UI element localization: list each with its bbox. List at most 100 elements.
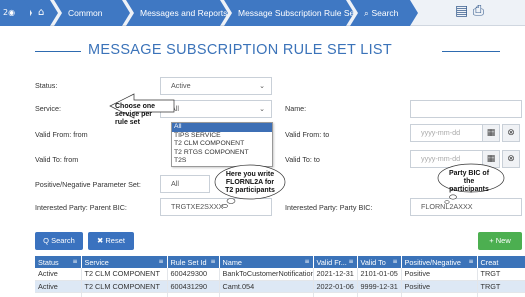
breadcrumb-search[interactable]: ⌕ Search <box>350 0 418 26</box>
pos-neg-label: Positive/Negative Parameter Set: <box>35 180 141 189</box>
service-select[interactable]: All ⌄ <box>160 100 272 118</box>
breadcrumb-message-subscription-rule-sets[interactable]: Message Subscription Rule Sets <box>224 0 354 26</box>
title-rule-right <box>442 51 500 52</box>
breadcrumb-label: Message Subscription Rule Sets <box>238 8 361 18</box>
column-menu-icon[interactable]: ≡ <box>304 258 309 265</box>
app-window: 2◉ ⌂ Common Messages and Reports Message… <box>0 0 525 297</box>
chevron-down-icon: ⌄ <box>259 105 265 113</box>
party-bic-callout: Party BIC of the participants <box>433 162 505 206</box>
breadcrumb-label: Search <box>371 8 399 18</box>
column-menu-icon[interactable]: ≡ <box>210 258 215 265</box>
column-header-label: Service <box>84 257 109 267</box>
column-header-service[interactable]: Service ≡ <box>81 256 168 268</box>
valid-from-from-label: Valid From: from <box>35 130 88 139</box>
column-header-status[interactable]: Status ≡ <box>35 256 82 268</box>
parent-bic-label: Interested Party: Parent BIC: <box>35 203 127 212</box>
page-title: MESSAGE SUBSCRIPTION RULE SET LIST <box>88 42 393 58</box>
reset-button[interactable]: ✖ Reset <box>88 232 134 250</box>
column-header-label: Valid To <box>360 257 386 267</box>
table-cell: Camt.054 <box>219 280 314 293</box>
service-option[interactable]: T2 RTGS COMPONENT <box>172 149 272 158</box>
status-select[interactable]: Active ⌄ <box>160 77 272 95</box>
valid-to-to-label: Valid To: to <box>285 155 320 164</box>
table-cell: 2021-12-31 <box>313 268 358 281</box>
table-cell: 9999-12-31 <box>357 280 402 293</box>
column-header-creator[interactable]: Creat <box>477 256 525 268</box>
column-menu-icon[interactable]: ≡ <box>468 258 473 265</box>
service-label: Service: <box>35 104 61 113</box>
pos-neg-select[interactable]: All <box>160 175 210 193</box>
column-header-label: Valid Fr... <box>316 257 347 267</box>
table-cell <box>401 292 478 297</box>
table-cell: Active <box>35 268 82 281</box>
name-input[interactable] <box>410 100 522 118</box>
party-bic-label: Interested Party: Party BIC: <box>285 203 373 212</box>
table-row[interactable]: Active T2 CLM COMPONENT 600431290 Camt.0… <box>35 280 525 293</box>
party-bic-callout-text: Party BIC of the participants <box>448 170 490 193</box>
table-cell: Positive <box>401 268 478 281</box>
table-cell <box>477 292 525 297</box>
valid-from-to-input[interactable]: yyyy-mm-dd <box>410 124 485 142</box>
column-menu-icon[interactable]: ≡ <box>392 258 397 265</box>
table-cell <box>35 292 82 297</box>
table-row[interactable]: Active T2 CLM COMPONENT 600429300 BankTo… <box>35 268 525 281</box>
column-header-valid-from[interactable]: Valid Fr... ≡ <box>313 256 358 268</box>
valid-from-to-label: Valid From: to <box>285 130 330 139</box>
table-cell: 2101-01-05 <box>357 268 402 281</box>
column-header-label: Positive/Negative <box>404 257 461 267</box>
table-row-empty <box>35 292 525 297</box>
column-menu-icon[interactable]: ≡ <box>72 258 77 265</box>
column-header-label: Name <box>222 257 242 267</box>
column-header-label: Creat <box>480 257 499 267</box>
search-button[interactable]: Q Search <box>35 232 83 250</box>
eye-icon: ◉ <box>8 8 16 17</box>
table-cell: 2022-01-06 <box>313 280 358 293</box>
calendar-icon[interactable]: ▦ <box>482 124 500 142</box>
table-cell: 600429300 <box>167 268 220 281</box>
clipboard-icon[interactable]: ▤ <box>455 3 468 19</box>
service-option[interactable]: T2 CLM COMPONENT <box>172 140 272 149</box>
clear-icon[interactable]: ⊗ <box>502 124 520 142</box>
service-callout: Choose one service per rule set <box>106 92 175 126</box>
new-button[interactable]: + New <box>478 232 522 250</box>
status-label: Status: <box>35 81 58 90</box>
florn-callout-text: Here you write FLORNL2A for T2 participa… <box>225 171 275 194</box>
column-header-rule-set-id[interactable]: Rule Set Id ≡ <box>167 256 220 268</box>
breadcrumb-label: Common <box>68 8 103 18</box>
breadcrumb: 2◉ ⌂ Common Messages and Reports Message… <box>0 0 525 26</box>
breadcrumb-label: Messages and Reports <box>140 8 228 18</box>
table-cell: T2 CLM COMPONENT <box>81 268 168 281</box>
column-header-label: Rule Set Id <box>170 257 207 267</box>
chevron-down-icon: ⌄ <box>259 82 265 90</box>
column-header-valid-to[interactable]: Valid To ≡ <box>357 256 402 268</box>
results-table: Status ≡ Service ≡ Rule Set Id ≡ Name ≡ Vali… <box>35 256 525 297</box>
valid-to-from-label: Valid To: from <box>35 155 79 164</box>
nav-start[interactable]: 2◉ <box>0 0 30 26</box>
service-dropdown-list: All TIPS SERVICE T2 CLM COMPONENT T2 RTG… <box>171 122 273 167</box>
status-value: Active <box>171 81 191 90</box>
column-header-name[interactable]: Name ≡ <box>219 256 314 268</box>
table-cell <box>219 292 314 297</box>
breadcrumb-common[interactable]: Common <box>54 0 130 26</box>
valid-from-to-placeholder: yyyy-mm-dd <box>421 128 461 137</box>
column-menu-icon[interactable]: ≡ <box>158 258 163 265</box>
table-cell: TRGT <box>477 268 525 281</box>
printer-icon[interactable]: ⎙ <box>473 3 484 19</box>
column-header-positive-negative[interactable]: Positive/Negative ≡ <box>401 256 478 268</box>
table-cell: Active <box>35 280 82 293</box>
table-cell <box>81 292 168 297</box>
name-label: Name: <box>285 104 307 113</box>
column-menu-icon[interactable]: ≡ <box>348 258 353 265</box>
table-cell: Positive <box>401 280 478 293</box>
home-icon: ⌂ <box>38 7 45 18</box>
table-cell <box>167 292 220 297</box>
service-option[interactable]: TIPS SERVICE <box>172 132 272 141</box>
service-callout-text: Choose one service per rule set <box>115 103 156 126</box>
title-rule-left <box>35 51 81 52</box>
table-cell: 600431290 <box>167 280 220 293</box>
service-option[interactable]: All <box>172 123 272 132</box>
column-header-label: Status <box>38 257 59 267</box>
florn-callout: Here you write FLORNL2A for T2 participa… <box>214 164 286 210</box>
toolbar-icons: ▤ ⎙ <box>455 3 484 19</box>
breadcrumb-messages-and-reports[interactable]: Messages and Reports <box>126 0 228 26</box>
